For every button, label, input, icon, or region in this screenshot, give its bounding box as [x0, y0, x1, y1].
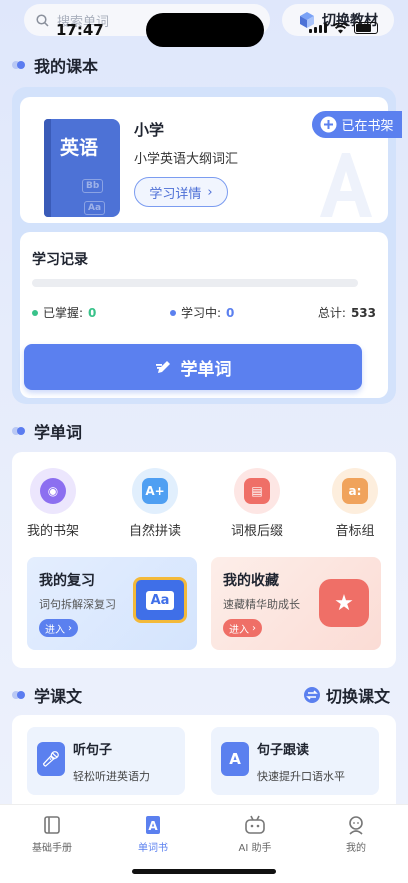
learning-stat: 学习中: 0 — [170, 304, 234, 321]
tool-word-roots[interactable]: ▤ 词根后缀 — [222, 468, 292, 539]
my-favorites-enter-button[interactable]: 进入 › — [223, 619, 262, 637]
study-detail-button[interactable]: 学习详情 › — [134, 177, 228, 207]
study-record-title: 学习记录 — [32, 252, 88, 268]
learning-dot — [170, 309, 176, 316]
book-level: 小学 — [134, 121, 165, 139]
root-book-icon: ▤ — [234, 468, 280, 514]
robot-icon — [244, 815, 266, 835]
listen-sentence-title: 听句子 — [73, 743, 113, 758]
total-label: 总计: — [317, 306, 346, 320]
tab-profile[interactable]: 我的 — [316, 815, 396, 854]
search-icon — [36, 13, 49, 27]
watermark-a-icon — [320, 153, 372, 217]
tool-phonics[interactable]: A+ 自然拼读 — [120, 468, 190, 539]
book-cover-text: 英语 — [60, 137, 99, 159]
book-card[interactable]: 英语 Bb Aa 小学 小学英语大纲词汇 学习详情 › 已在书架 — [20, 97, 402, 223]
review-art-text: Aa — [145, 590, 175, 610]
learn-words-label: 学单词 — [180, 359, 232, 380]
tab-ai-assistant-label: AI 助手 — [238, 843, 272, 854]
pencil-icon — [155, 361, 170, 373]
sentence-repeat-card[interactable]: A 句子跟读 快速提升口语水平 — [211, 727, 379, 795]
words-section-title: 学单词 — [12, 419, 82, 443]
my-review-enter-label: 进入 — [45, 624, 65, 636]
tab-profile-label: 我的 — [346, 843, 366, 854]
status-time: 17:47 — [56, 21, 104, 39]
review-board-icon: Aa — [133, 577, 187, 623]
microphone-icon: 🎤︎ — [37, 742, 65, 776]
mastered-stat: 已掌握: 0 — [32, 304, 96, 321]
tool-phonetics-label: 音标组 — [335, 524, 375, 539]
phonetic-icon: a: — [332, 468, 378, 514]
battery-icon — [354, 22, 378, 34]
sentence-repeat-subtitle: 快速提升口语水平 — [257, 770, 345, 783]
study-progress-bar — [32, 279, 358, 287]
tab-ai-assistant[interactable]: AI 助手 — [215, 815, 295, 854]
tab-handbook-label: 基础手册 — [32, 843, 72, 854]
letter-a-icon: A — [221, 742, 249, 776]
dynamic-island — [146, 13, 264, 47]
learning-label: 学习中: — [181, 306, 222, 320]
swap-icon — [304, 687, 320, 703]
chevron-right-icon: › — [207, 184, 213, 200]
learn-words-button[interactable]: 学单词 — [24, 344, 362, 390]
mastered-dot — [32, 309, 38, 316]
chevron-right-icon: › — [68, 622, 72, 634]
in-shelf-label: 已在书架 — [341, 119, 394, 134]
wordbook-icon: A — [142, 815, 164, 835]
bookshelf-icon: ◉ — [30, 468, 76, 514]
learning-value: 0 — [226, 305, 235, 320]
favorites-bag-icon: ★ — [319, 579, 369, 627]
tool-bookshelf-label: 我的书架 — [26, 524, 79, 539]
switch-course-label: 切换课文 — [326, 687, 391, 706]
my-review-enter-button[interactable]: 进入 › — [39, 619, 78, 637]
section-dots-icon — [12, 691, 26, 699]
my-book-section-title: 我的课本 — [12, 53, 98, 77]
my-favorites-enter-label: 进入 — [229, 624, 249, 636]
handbook-icon — [41, 815, 63, 835]
book-cover: 英语 Bb Aa — [44, 119, 120, 217]
switch-course-button[interactable]: 切换课文 — [304, 683, 390, 707]
tool-phonics-label: 自然拼读 — [128, 524, 181, 539]
my-review-card[interactable]: 我的复习 词句拆解深复习 进入 › Aa — [27, 557, 197, 650]
courses-title-text: 学课文 — [34, 687, 83, 706]
listen-sentence-card[interactable]: 🎤︎ 听句子 轻松听进英语力 — [27, 727, 185, 795]
my-review-title: 我的复习 — [39, 573, 95, 589]
home-indicator — [132, 869, 276, 874]
tool-word-roots-label: 词根后缀 — [230, 524, 283, 539]
listen-sentence-subtitle: 轻松听进英语力 — [73, 770, 150, 783]
tool-bookshelf[interactable]: ◉ 我的书架 — [18, 468, 88, 539]
book-name: 小学英语大纲词汇 — [134, 152, 239, 167]
my-review-subtitle: 词句拆解深复习 — [39, 598, 116, 611]
mastered-value: 0 — [88, 305, 97, 320]
total-value: 533 — [350, 305, 376, 320]
courses-section-title: 学课文 — [12, 683, 82, 707]
mastered-label: 已掌握: — [43, 306, 84, 320]
cellular-icon — [309, 23, 327, 33]
status-icons — [309, 22, 378, 34]
my-favorites-title: 我的收藏 — [223, 573, 279, 589]
my-favorites-card[interactable]: 我的收藏 速藏精华助成长 进入 › ★ — [211, 557, 381, 650]
in-shelf-badge[interactable]: 已在书架 — [312, 111, 402, 138]
total-stat: 总计: 533 — [318, 304, 376, 321]
chevron-right-icon: › — [252, 622, 256, 634]
wifi-icon — [333, 22, 348, 33]
svg-text:A: A — [148, 819, 158, 833]
section-dots-icon — [12, 61, 26, 69]
plus-circle-icon — [320, 116, 337, 133]
my-favorites-subtitle: 速藏精华助成长 — [223, 598, 300, 611]
tab-handbook[interactable]: 基础手册 — [12, 815, 92, 854]
study-detail-label: 学习详情 — [149, 186, 202, 202]
profile-icon — [345, 815, 367, 835]
tool-phonetics[interactable]: a: 音标组 — [320, 468, 390, 539]
tab-wordbook[interactable]: A 单词书 — [113, 815, 193, 854]
tab-wordbook-label: 单词书 — [138, 843, 168, 854]
sentence-repeat-title: 句子跟读 — [257, 743, 310, 758]
phonics-icon: A+ — [132, 468, 178, 514]
section-dots-icon — [12, 427, 26, 435]
words-title-text: 学单词 — [34, 423, 83, 442]
my-book-title-text: 我的课本 — [34, 57, 99, 76]
